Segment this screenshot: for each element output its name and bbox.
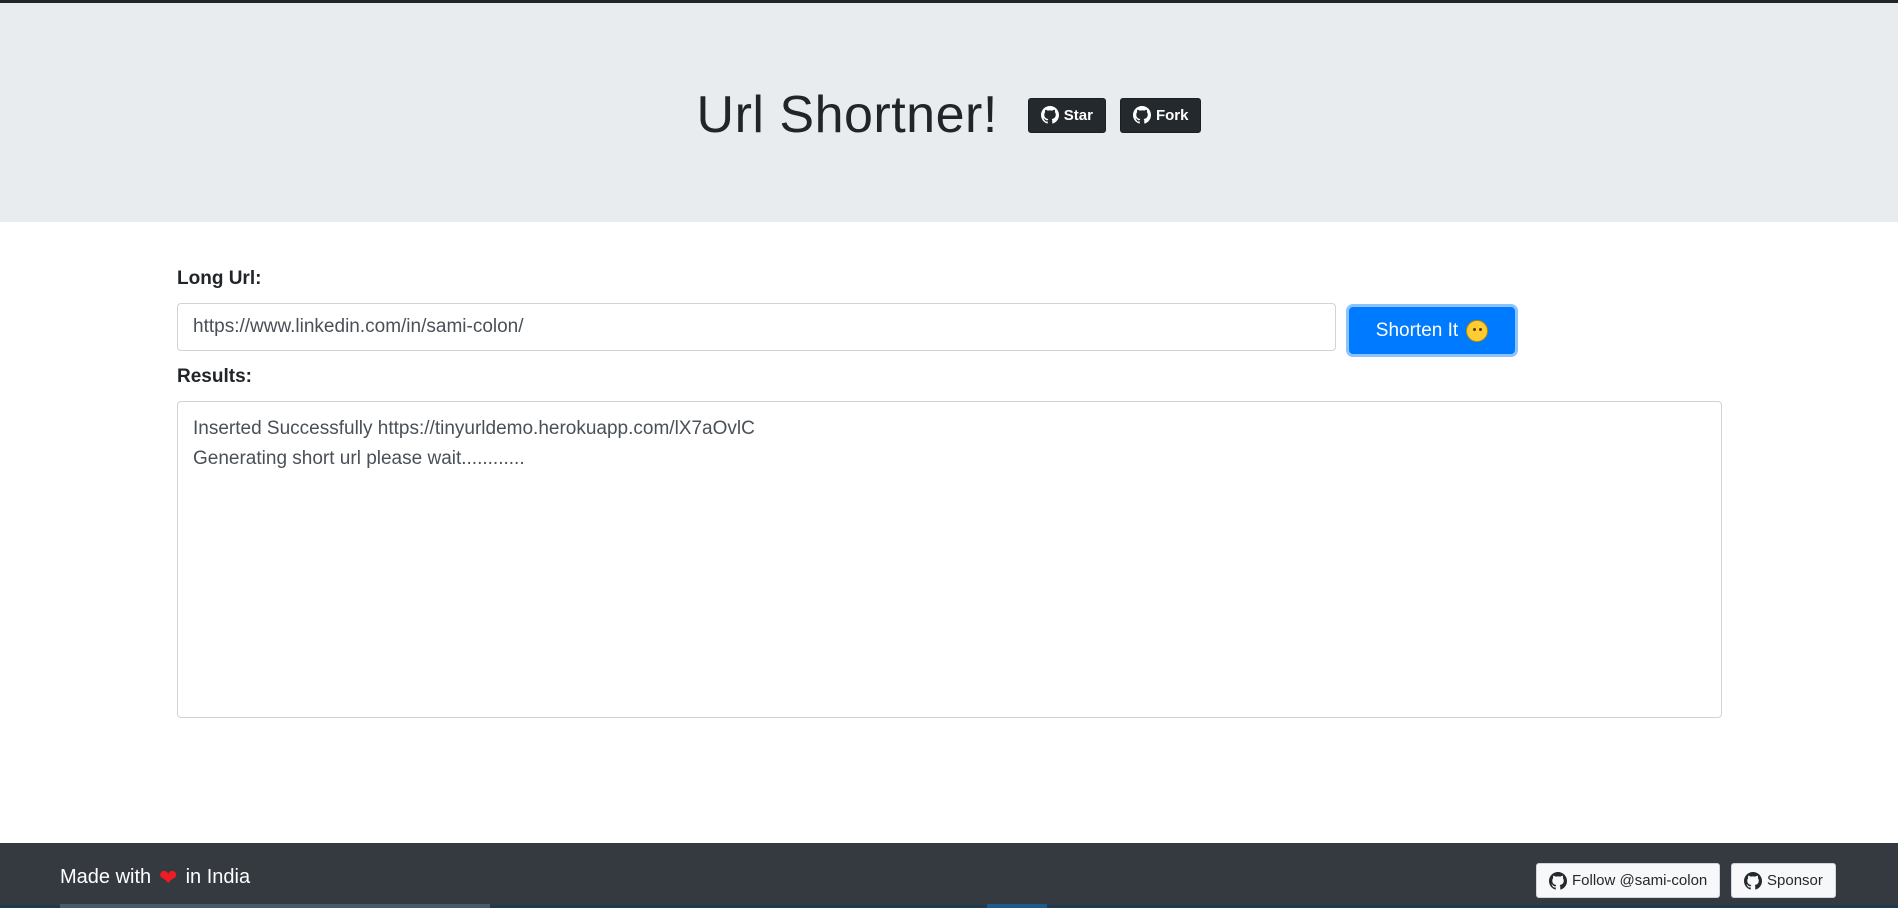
github-star-button[interactable]: Star bbox=[1027, 97, 1106, 133]
github-icon bbox=[1040, 106, 1059, 124]
github-icon bbox=[1549, 871, 1567, 890]
results-textarea[interactable]: Inserted Successfully https://tinyurldem… bbox=[177, 401, 1722, 718]
title-row: Url Shortner! Star Fork bbox=[0, 80, 1898, 150]
fork-label: Fork bbox=[1155, 106, 1189, 124]
follow-button[interactable]: Follow @sami-colon bbox=[1536, 863, 1721, 898]
smiling-face-icon bbox=[1466, 319, 1489, 342]
bottom-strip-segment bbox=[987, 904, 1047, 908]
shorten-button-label: Shorten It bbox=[1375, 319, 1459, 341]
sponsor-button[interactable]: Sponsor bbox=[1731, 863, 1836, 898]
footer-credit: Made with ❤ in India bbox=[60, 866, 250, 889]
sponsor-label: Sponsor bbox=[1767, 872, 1823, 889]
github-fork-button[interactable]: Fork bbox=[1119, 97, 1202, 133]
long-url-input[interactable] bbox=[177, 303, 1336, 351]
long-url-label: Long Url: bbox=[177, 268, 262, 289]
bottom-strip-segment bbox=[60, 904, 490, 908]
star-label: Star bbox=[1063, 106, 1093, 124]
page-title: Url Shortner! bbox=[696, 86, 998, 144]
follow-label: Follow @sami-colon bbox=[1572, 872, 1708, 889]
github-icon bbox=[1744, 871, 1762, 890]
footer: Made with ❤ in India Follow @sami-colon … bbox=[0, 843, 1898, 908]
shorten-button[interactable]: Shorten It bbox=[1349, 307, 1515, 354]
github-icon bbox=[1132, 106, 1151, 124]
heart-icon: ❤ bbox=[159, 864, 178, 890]
in-india-text: in India bbox=[185, 866, 251, 888]
made-with-text: Made with bbox=[60, 866, 152, 888]
results-label: Results: bbox=[177, 366, 252, 387]
